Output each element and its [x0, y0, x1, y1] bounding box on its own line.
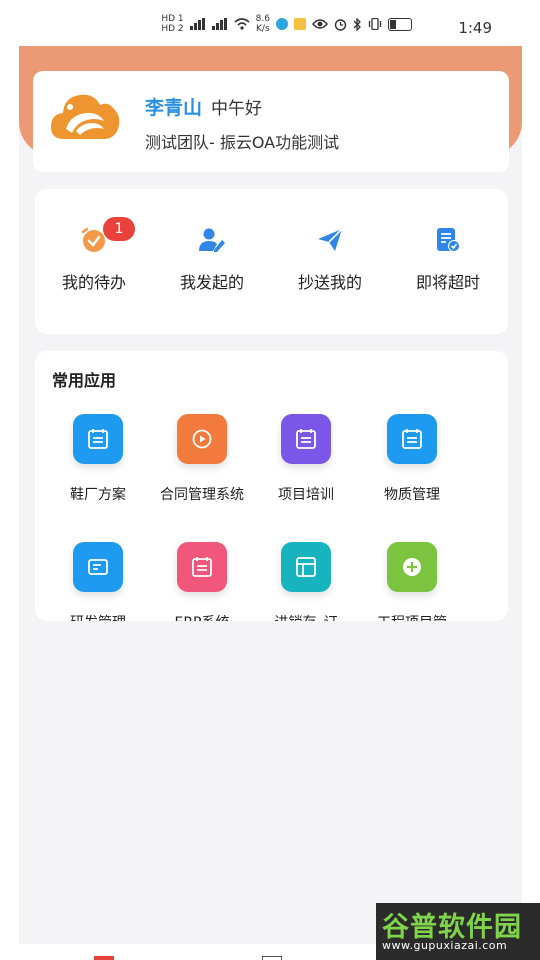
document-check-icon: [437, 228, 460, 252]
sim2-label: HD 2: [161, 24, 184, 34]
app-erp-system[interactable]: ERP系统: [149, 542, 255, 621]
user-name: 李青山: [145, 97, 203, 119]
task-label: 我的待办: [61, 273, 126, 292]
watermark-url: www.gupuxiazai.com: [382, 939, 508, 952]
bluetooth-icon: [353, 17, 361, 31]
document-icon: [88, 559, 108, 575]
signal-icon: [189, 18, 205, 30]
battery-icon: [388, 17, 412, 31]
user-card[interactable]: 李青山 中午好 测试团队- 振云OA功能测试: [33, 71, 509, 172]
site-watermark: 谷普软件园 www.gupuxiazai.com: [376, 903, 540, 960]
task-initiated-by-me[interactable]: 我发起的: [153, 227, 271, 307]
app-tile: [387, 414, 437, 464]
team-name: 测试团队- 振云OA功能测试: [145, 133, 340, 152]
paper-plane-icon: [318, 228, 343, 251]
calendar-icon: [192, 557, 212, 577]
app-material-management[interactable]: 物质管理: [359, 414, 465, 506]
net-speed-value: 8.6: [255, 14, 270, 24]
task-cc-to-me[interactable]: 抄送我的: [271, 227, 389, 307]
cloud-logo-icon: [50, 94, 120, 139]
app-tile: [177, 414, 227, 464]
common-apps-card: 常用应用 鞋厂方案 合同管理系统 项目培训 物质管理: [35, 351, 508, 621]
app-contract-management[interactable]: 合同管理系统: [149, 414, 255, 506]
app-rd-management[interactable]: 研发管理: [45, 542, 151, 621]
alarm-icon: [334, 18, 347, 31]
app-label: 工程项目管: [367, 612, 457, 621]
status-bar: HD 1 HD 2 8.6 K/s 1:49: [0, 0, 540, 46]
app-label: 进销存_订: [261, 612, 351, 621]
common-apps-title: 常用应用: [52, 371, 117, 390]
signal-icon-2: [211, 18, 227, 30]
task-about-to-expire[interactable]: 即将超时: [389, 227, 507, 307]
app-tile: [281, 542, 331, 592]
play-icon: [192, 429, 212, 449]
calendar-icon: [296, 429, 316, 449]
todo-count-badge: 1: [103, 217, 135, 241]
sim-labels: HD 1 HD 2: [161, 14, 183, 34]
layout-icon: [296, 557, 316, 577]
tab-home-indicator[interactable]: [94, 956, 114, 960]
mail-icon: [294, 18, 306, 30]
eye-icon: [312, 19, 328, 29]
app-project-training[interactable]: 项目培训: [253, 414, 359, 506]
app-tile: [73, 414, 123, 464]
greeting-text: 中午好: [211, 99, 262, 119]
calendar-icon: [88, 429, 108, 449]
app-label: 研发管理: [53, 612, 143, 621]
app-label: 物质管理: [384, 487, 440, 503]
app-label: ERP系统: [157, 612, 247, 621]
task-shortcuts-card: 1 我的待办 我发起的 抄送我的 即将超时: [35, 189, 508, 334]
app-engineering-project[interactable]: 工程项目管: [359, 542, 465, 621]
app-tile: [387, 542, 437, 592]
wifi-icon: [234, 18, 250, 30]
plus-circle-icon: [403, 558, 421, 576]
app-tile: [73, 542, 123, 592]
app-frame: 李青山 中午好 测试团队- 振云OA功能测试 1 我的待办 我发起的 抄送我的 …: [19, 46, 522, 944]
app-label: 鞋厂方案: [70, 487, 126, 503]
app-notification-icon: [276, 18, 288, 30]
app-tile: [281, 414, 331, 464]
task-label: 抄送我的: [297, 273, 362, 292]
app-inventory-order[interactable]: 进销存_订: [253, 542, 359, 621]
app-shoe-factory-plan[interactable]: 鞋厂方案: [45, 414, 151, 506]
net-speed-unit: K/s: [256, 24, 270, 34]
status-time: 1:49: [458, 19, 492, 37]
calendar-icon: [402, 429, 422, 449]
vibrate-icon: [368, 18, 382, 30]
app-label: 合同管理系统: [160, 487, 244, 503]
tab-workbench-icon[interactable]: [262, 956, 282, 960]
app-label: 项目培训: [278, 487, 334, 503]
status-icons: HD 1 HD 2 8.6 K/s: [161, 14, 412, 34]
task-my-todo[interactable]: 1 我的待办: [35, 217, 153, 307]
user-edit-icon: [199, 228, 225, 252]
app-tile: [177, 542, 227, 592]
sim1-label: HD 1: [161, 14, 184, 24]
task-label: 即将超时: [415, 273, 480, 292]
task-label: 我发起的: [179, 273, 244, 292]
net-speed: 8.6 K/s: [256, 14, 270, 34]
